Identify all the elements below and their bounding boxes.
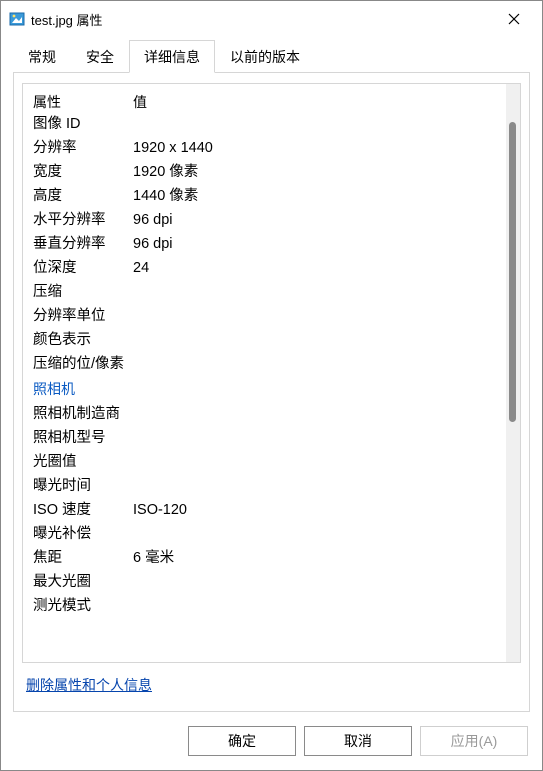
button-bar: 确定 取消 应用(A) xyxy=(1,712,542,770)
property-value xyxy=(133,331,506,349)
close-button[interactable] xyxy=(492,5,536,33)
property-row[interactable]: 宽度1920 像素 xyxy=(23,160,506,184)
property-row[interactable]: 分辨率单位 xyxy=(23,304,506,328)
property-row[interactable]: 焦距6 毫米 xyxy=(23,546,506,570)
property-row[interactable]: 压缩 xyxy=(23,280,506,304)
property-value xyxy=(133,115,506,133)
property-value: 96 dpi xyxy=(133,211,506,229)
details-panel: 属性 值 图像 ID 分辨率1920 x 1440 宽度1920 像素 高度14… xyxy=(13,72,530,712)
property-label: 宽度 xyxy=(33,163,133,181)
section-image-id: 图像 ID xyxy=(23,112,506,136)
property-label: 颜色表示 xyxy=(33,331,133,349)
image-file-icon xyxy=(9,11,25,27)
property-label: 分辨率 xyxy=(33,139,133,157)
property-label: 光圈值 xyxy=(33,453,133,471)
tab-security[interactable]: 安全 xyxy=(71,40,129,73)
property-value xyxy=(133,453,506,471)
property-row[interactable]: 测光模式 xyxy=(23,594,506,618)
property-row[interactable]: 最大光圈 xyxy=(23,570,506,594)
section-label: 照相机 xyxy=(33,379,133,399)
scrollbar-thumb[interactable] xyxy=(509,122,516,422)
apply-button[interactable]: 应用(A) xyxy=(420,726,528,756)
property-row[interactable]: 分辨率1920 x 1440 xyxy=(23,136,506,160)
tab-details[interactable]: 详细信息 xyxy=(129,40,215,73)
properties-list[interactable]: 属性 值 图像 ID 分辨率1920 x 1440 宽度1920 像素 高度14… xyxy=(23,84,506,662)
close-icon xyxy=(508,13,520,25)
tab-general[interactable]: 常规 xyxy=(13,40,71,73)
property-label: 压缩 xyxy=(33,283,133,301)
property-row[interactable]: 水平分辨率96 dpi xyxy=(23,208,506,232)
property-label: 分辨率单位 xyxy=(33,307,133,325)
property-label: ISO 速度 xyxy=(33,501,133,519)
property-value: 1440 像素 xyxy=(133,187,506,205)
property-label: 位深度 xyxy=(33,259,133,277)
property-row[interactable]: ISO 速度ISO-120 xyxy=(23,498,506,522)
header-property: 属性 xyxy=(33,92,133,112)
remove-properties-link[interactable]: 删除属性和个人信息 xyxy=(26,677,152,693)
property-label: 图像 ID xyxy=(33,115,133,133)
title-bar: test.jpg 属性 xyxy=(1,1,542,37)
property-label: 高度 xyxy=(33,187,133,205)
properties-grid: 属性 值 图像 ID 分辨率1920 x 1440 宽度1920 像素 高度14… xyxy=(22,83,521,663)
property-value xyxy=(133,573,506,591)
tab-previous-versions[interactable]: 以前的版本 xyxy=(215,40,315,73)
property-value: 24 xyxy=(133,259,506,277)
property-row[interactable]: 光圈值 xyxy=(23,450,506,474)
property-value xyxy=(133,283,506,301)
property-value xyxy=(133,429,506,447)
property-row[interactable]: 颜色表示 xyxy=(23,328,506,352)
property-value xyxy=(133,477,506,495)
property-row[interactable]: 曝光时间 xyxy=(23,474,506,498)
property-value xyxy=(133,307,506,325)
property-value xyxy=(133,597,506,615)
scrollbar[interactable] xyxy=(506,84,520,662)
remove-properties-row: 删除属性和个人信息 xyxy=(22,663,521,703)
property-label: 压缩的位/像素 xyxy=(33,355,133,373)
property-row[interactable]: 压缩的位/像素 xyxy=(23,352,506,376)
property-value: 6 毫米 xyxy=(133,549,506,567)
property-row[interactable]: 垂直分辨率96 dpi xyxy=(23,232,506,256)
property-label: 最大光圈 xyxy=(33,573,133,591)
property-value: ISO-120 xyxy=(133,501,506,519)
property-value xyxy=(133,405,506,423)
property-label: 垂直分辨率 xyxy=(33,235,133,253)
property-label: 测光模式 xyxy=(33,597,133,615)
property-row[interactable]: 照相机型号 xyxy=(23,426,506,450)
cancel-button[interactable]: 取消 xyxy=(304,726,412,756)
header-value: 值 xyxy=(133,92,506,112)
tab-strip: 常规 安全 详细信息 以前的版本 xyxy=(1,37,542,72)
property-row[interactable]: 照相机制造商 xyxy=(23,402,506,426)
property-label: 照相机型号 xyxy=(33,429,133,447)
property-label: 曝光时间 xyxy=(33,477,133,495)
property-label: 照相机制造商 xyxy=(33,405,133,423)
property-value: 1920 x 1440 xyxy=(133,139,506,157)
column-headers: 属性 值 xyxy=(23,88,506,112)
property-value xyxy=(133,355,506,373)
property-row[interactable]: 曝光补偿 xyxy=(23,522,506,546)
property-value: 96 dpi xyxy=(133,235,506,253)
window-title: test.jpg 属性 xyxy=(31,10,492,29)
property-label: 水平分辨率 xyxy=(33,211,133,229)
property-label: 曝光补偿 xyxy=(33,525,133,543)
section-camera: 照相机 xyxy=(23,376,506,402)
property-row[interactable]: 高度1440 像素 xyxy=(23,184,506,208)
property-label: 焦距 xyxy=(33,549,133,567)
ok-button[interactable]: 确定 xyxy=(188,726,296,756)
property-value: 1920 像素 xyxy=(133,163,506,181)
property-value xyxy=(133,525,506,543)
property-row[interactable]: 位深度24 xyxy=(23,256,506,280)
